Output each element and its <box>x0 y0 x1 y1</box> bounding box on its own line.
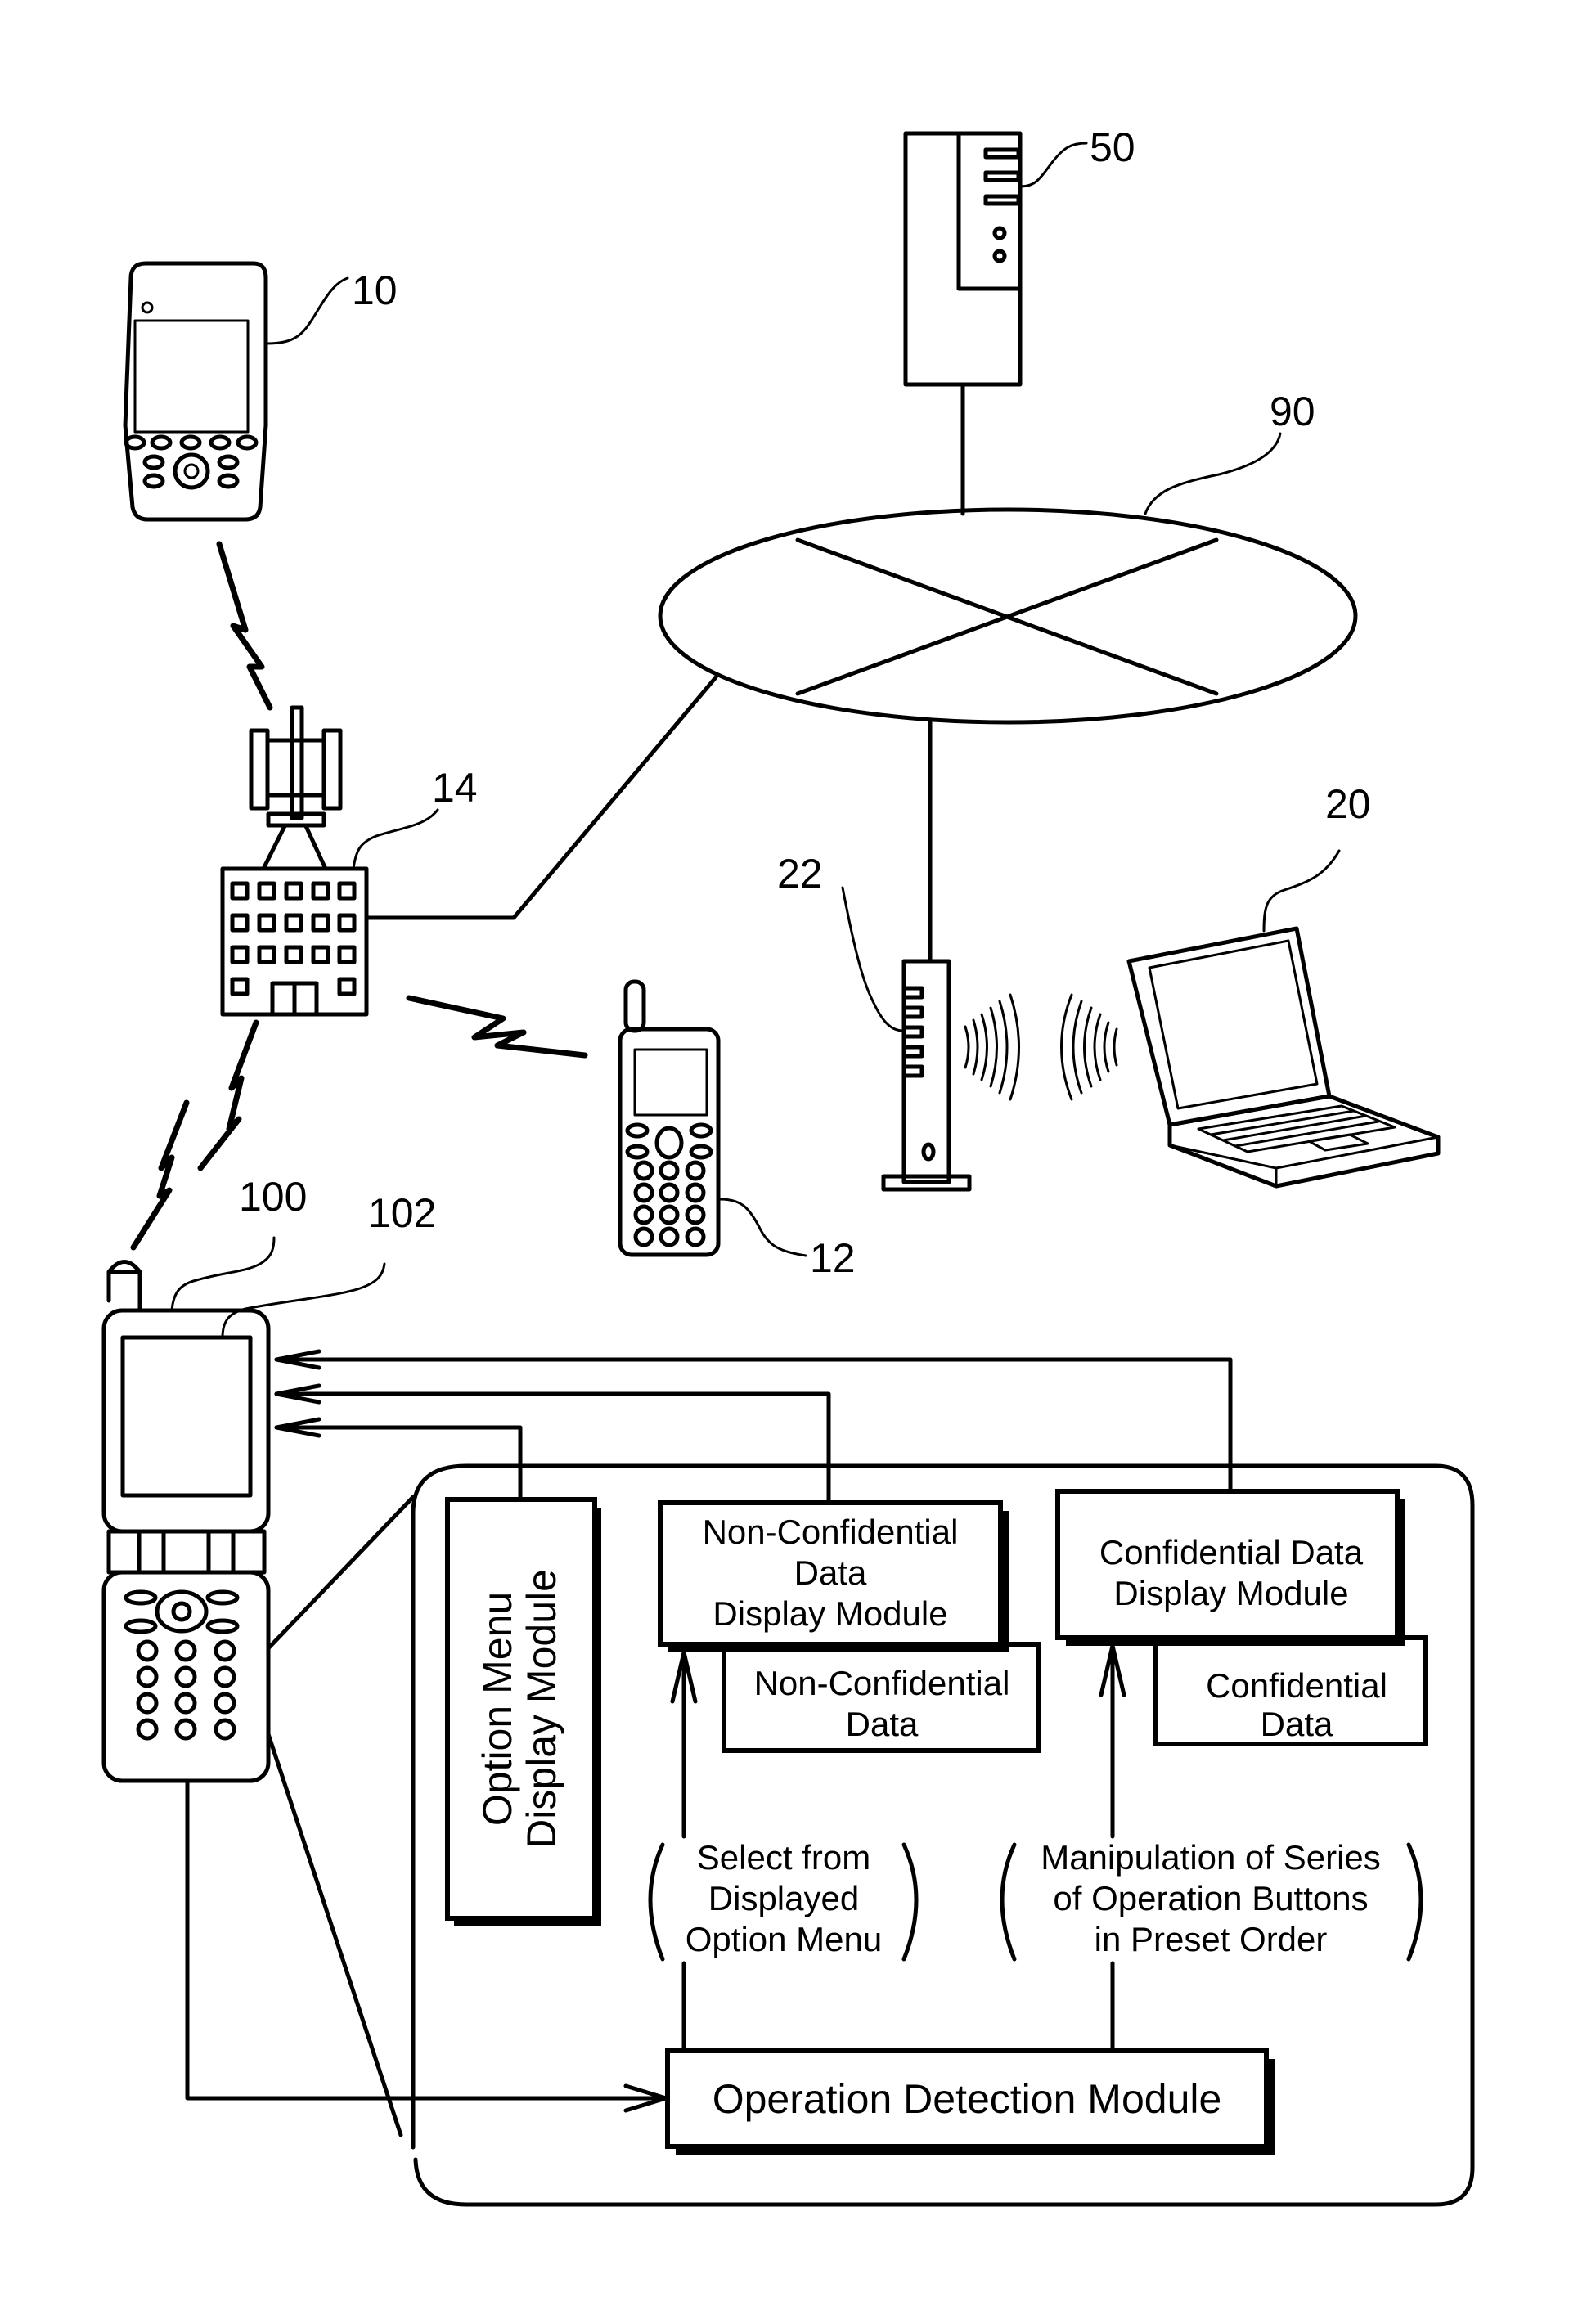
laptop: 20 <box>1126 781 1441 1189</box>
svg-text:Option Menu: Option Menu <box>474 1592 520 1826</box>
svg-text:Confidential Data: Confidential Data <box>1099 1533 1364 1571</box>
svg-text:Operation Detection Module: Operation Detection Module <box>713 2076 1222 2122</box>
svg-text:in Preset Order: in Preset Order <box>1095 1920 1328 1958</box>
svg-text:Data: Data <box>1261 1705 1333 1743</box>
svg-text:Select from: Select from <box>697 1838 870 1877</box>
wireless-link-icon <box>130 1099 190 1251</box>
ref-12: 12 <box>810 1235 856 1281</box>
access-point: 22 <box>777 851 972 1192</box>
pda-device: 10 <box>123 261 398 522</box>
svg-text:Display Module: Display Module <box>713 1594 947 1633</box>
svg-text:Option Menu: Option Menu <box>686 1920 882 1958</box>
ref-100: 100 <box>239 1174 307 1220</box>
operation-detection-module: Operation Detection Module <box>665 2048 1275 2155</box>
wifi-signal-icon <box>964 993 1118 1101</box>
server: 50 <box>903 124 1135 516</box>
confidential-display-module: Confidential Data Display Module <box>1055 1489 1405 1646</box>
ref-14: 14 <box>432 765 478 811</box>
svg-text:Display Module: Display Module <box>519 1569 564 1849</box>
network-link <box>364 675 718 920</box>
condition-select-option: Select from Displayed Option Menu <box>648 1838 919 1962</box>
svg-text:Non-Confidential: Non-Confidential <box>703 1513 959 1551</box>
wireless-link-icon <box>216 541 273 711</box>
svg-text:Non-Confidential: Non-Confidential <box>754 1664 1010 1702</box>
ref-50: 50 <box>1090 124 1135 170</box>
mobile-phone: 12 <box>618 979 856 1281</box>
building-windows <box>230 881 357 1017</box>
svg-text:Manipulation of Series: Manipulation of Series <box>1041 1838 1381 1877</box>
display-arrows <box>274 1349 1233 1505</box>
flip-phone: 100 102 <box>101 1174 436 1783</box>
pda-keys <box>124 434 259 490</box>
non-confidential-display-module: Non-Confidential Data Display Module <box>658 1500 1009 1652</box>
ref-22: 22 <box>777 851 823 897</box>
system-diagram: 10 14 50 90 22 20 12 100 102 Option Menu… <box>101 124 1475 2207</box>
wireless-link-icon <box>197 1019 259 1171</box>
network: 90 <box>658 389 1358 964</box>
non-confidential-data: Non-Confidential Data <box>722 1642 1041 1753</box>
svg-text:Confidential: Confidential <box>1206 1666 1387 1705</box>
base-station: 14 <box>220 705 478 1017</box>
svg-text:Data: Data <box>794 1553 867 1592</box>
option-menu-display-module: Option Menu Display Module <box>445 1497 601 1926</box>
svg-text:Display Module: Display Module <box>1113 1574 1348 1612</box>
svg-text:Displayed: Displayed <box>708 1879 859 1917</box>
ref-10: 10 <box>352 267 398 313</box>
display-102 <box>120 1335 253 1498</box>
ref-20: 20 <box>1325 781 1371 827</box>
confidential-data: Confidential Data <box>1153 1635 1428 1746</box>
svg-text:Data: Data <box>846 1705 919 1743</box>
ref-90: 90 <box>1270 389 1315 434</box>
condition-manipulation: Manipulation of Series of Operation Butt… <box>1000 1838 1423 1962</box>
wireless-link-icon <box>406 995 588 1059</box>
ref-102: 102 <box>368 1190 436 1236</box>
svg-text:of Operation Buttons: of Operation Buttons <box>1053 1879 1368 1917</box>
